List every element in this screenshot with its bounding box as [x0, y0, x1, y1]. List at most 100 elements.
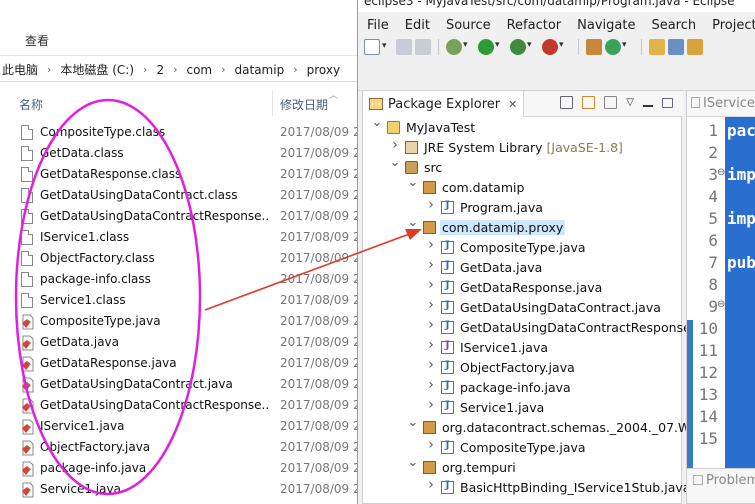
chevron-down-icon[interactable]: ⌄ — [389, 155, 401, 170]
menu-navigate[interactable]: Navigate — [572, 18, 640, 33]
save-all-icon[interactable] — [415, 39, 431, 55]
file-row[interactable]: GetData.java 2017/08/09 2 — [0, 332, 357, 353]
column-header-date[interactable]: 修改日期 — [280, 96, 328, 113]
new-class-icon[interactable] — [605, 39, 627, 55]
file-row[interactable]: package-info.java 2017/08/09 2 — [0, 458, 357, 479]
ribbon-tab-view[interactable]: 查看 — [25, 32, 49, 49]
tree-item[interactable]: › GetData.java — [363, 257, 683, 277]
tree-item[interactable]: ⌄ src — [363, 155, 683, 177]
menu-edit[interactable]: Edit — [400, 18, 435, 33]
file-row[interactable]: ObjectFactory.java 2017/08/09 2 — [0, 437, 357, 458]
tree-item[interactable]: › JRE System Library [JavaSE-1.8] — [363, 137, 683, 157]
debug-icon[interactable] — [446, 39, 468, 55]
menu-search[interactable]: Search — [646, 18, 701, 33]
chevron-right-icon[interactable]: › — [389, 137, 401, 153]
maximize-icon[interactable] — [662, 97, 673, 108]
chevron-right-icon[interactable]: › — [425, 337, 437, 353]
tree-item[interactable]: › package-info.java — [363, 377, 683, 397]
tree-item[interactable]: › BasicHttpBinding_IService1Stub.java — [363, 477, 690, 497]
file-row[interactable]: GetDataResponse.class 2017/08/09 2 — [0, 164, 357, 185]
link-with-editor-icon[interactable] — [582, 96, 596, 109]
chevron-right-icon[interactable]: › — [425, 277, 437, 293]
minimize-icon[interactable] — [643, 104, 653, 107]
file-row[interactable]: GetDataUsingDataContractResponse.... 2017… — [0, 395, 357, 416]
file-row[interactable]: IService1.java 2017/08/09 2 — [0, 416, 357, 437]
coverage-icon[interactable] — [510, 39, 532, 55]
file-row[interactable]: ObjectFactory.class 2017/08/09 2 — [0, 248, 357, 269]
new-icon[interactable] — [364, 39, 387, 55]
filter-icon[interactable] — [604, 96, 618, 109]
chevron-right-icon[interactable]: › — [425, 437, 437, 453]
tab-package-explorer[interactable]: Package Explorer ✕ — [363, 91, 525, 117]
menu-file[interactable]: File — [358, 18, 394, 33]
breadcrumb-segment[interactable]: datamip — [233, 63, 287, 77]
tree-item[interactable]: › GetDataUsingDataContract.java — [363, 297, 683, 317]
chevron-right-icon[interactable]: › — [425, 297, 437, 313]
breadcrumb[interactable]: 此电脑 › 本地磁盘 (C:) › 2 › com › datamip › proxy — [0, 58, 357, 82]
view-menu-icon[interactable]: ▽ — [626, 97, 634, 108]
file-row[interactable]: CompositeType.java 2017/08/09 2 — [0, 311, 357, 332]
column-header-name[interactable]: 名称 — [19, 96, 43, 113]
file-row[interactable]: GetDataUsingDataContract.java 2017/08/09 … — [0, 374, 357, 395]
tree-item[interactable]: › GetDataResponse.java — [363, 277, 683, 297]
open-type-icon[interactable] — [649, 39, 665, 55]
tree-item[interactable]: › GetDataUsingDataContractResponse — [363, 317, 691, 337]
file-row[interactable]: package-info.class 2017/08/09 2 — [0, 269, 357, 290]
tree-item[interactable]: ⌄ org.datacontract.schemas._2004._07.Wcf — [363, 415, 702, 437]
tree-item[interactable]: ⌄ MyJavaTest — [363, 115, 683, 137]
editor-tab[interactable]: IService1 — [687, 91, 755, 117]
breadcrumb-segment[interactable]: 本地磁盘 (C:) — [58, 61, 136, 78]
chevron-right-icon[interactable]: › — [425, 357, 437, 373]
tab-problems[interactable]: Problem — [693, 473, 755, 488]
file-row[interactable]: Service1.java 2017/08/09 2 — [0, 479, 357, 500]
chevron-right-icon[interactable]: › — [425, 197, 437, 213]
tree-item[interactable]: ⌄ com.datamip.proxy — [363, 215, 683, 237]
chevron-right-icon[interactable]: › — [425, 237, 437, 253]
chevron-down-icon[interactable]: ⌄ — [371, 115, 383, 130]
file-row[interactable]: IService1.class 2017/08/09 2 — [0, 227, 357, 248]
chevron-down-icon[interactable]: ⌄ — [407, 415, 419, 430]
breadcrumb-separator-icon[interactable]: › — [286, 63, 304, 76]
close-icon[interactable]: ✕ — [508, 98, 517, 111]
chevron-right-icon[interactable]: › — [425, 477, 437, 493]
external-tools-icon[interactable] — [542, 39, 564, 55]
chevron-down-icon[interactable]: ⌄ — [407, 455, 419, 470]
tree-item[interactable]: ⌄ com.datamip — [363, 175, 683, 197]
chevron-right-icon[interactable]: › — [425, 397, 437, 413]
column-divider[interactable] — [272, 90, 273, 116]
file-row[interactable]: GetDataResponse.java 2017/08/09 2 — [0, 353, 357, 374]
breadcrumb-separator-icon[interactable]: › — [214, 63, 232, 76]
menu-refactor[interactable]: Refactor — [502, 18, 567, 33]
breadcrumb-separator-icon[interactable]: › — [166, 63, 184, 76]
chevron-down-icon[interactable]: ⌄ — [407, 215, 419, 230]
tree-item[interactable]: ⌄ org.tempuri — [363, 455, 683, 477]
menu-source[interactable]: Source — [441, 18, 496, 33]
file-row[interactable]: GetDataUsingDataContract.class 2017/08/09… — [0, 185, 357, 206]
breadcrumb-segment[interactable]: proxy — [305, 63, 342, 77]
search-icon[interactable] — [687, 39, 703, 55]
chevron-right-icon[interactable]: › — [425, 257, 437, 273]
breadcrumb-separator-icon[interactable]: › — [136, 63, 154, 76]
chevron-right-icon[interactable]: › — [425, 377, 437, 393]
file-row[interactable]: GetData.class 2017/08/09 2 — [0, 143, 357, 164]
breadcrumb-segment[interactable]: com — [184, 63, 214, 77]
chevron-down-icon[interactable]: ⌄ — [407, 175, 419, 190]
tree-item[interactable]: › ObjectFactory.java — [363, 357, 683, 377]
open-task-icon[interactable] — [668, 39, 684, 55]
chevron-right-icon[interactable]: › — [425, 317, 437, 333]
code-area[interactable]: pac imp imp pub — [725, 117, 755, 469]
new-java-project-icon[interactable] — [586, 39, 602, 55]
breadcrumb-segment[interactable]: 2 — [154, 63, 166, 77]
collapse-all-icon[interactable] — [560, 96, 574, 109]
save-icon[interactable] — [396, 39, 412, 55]
file-row[interactable]: Service1.class 2017/08/09 2 — [0, 290, 357, 311]
breadcrumb-separator-icon[interactable]: › — [40, 63, 58, 76]
tree-item[interactable]: › Service1.java — [363, 397, 683, 417]
run-icon[interactable] — [478, 39, 500, 55]
menu-project[interactable]: Project — [707, 18, 755, 33]
tree-item[interactable]: › CompositeType.java — [363, 437, 683, 457]
tree-item[interactable]: › Program.java — [363, 197, 683, 217]
file-row[interactable]: GetDataUsingDataContractResponse.... 2017… — [0, 206, 357, 227]
tree-item[interactable]: › CompositeType.java — [363, 237, 683, 257]
tree-item[interactable]: › IService1.java — [363, 337, 683, 357]
